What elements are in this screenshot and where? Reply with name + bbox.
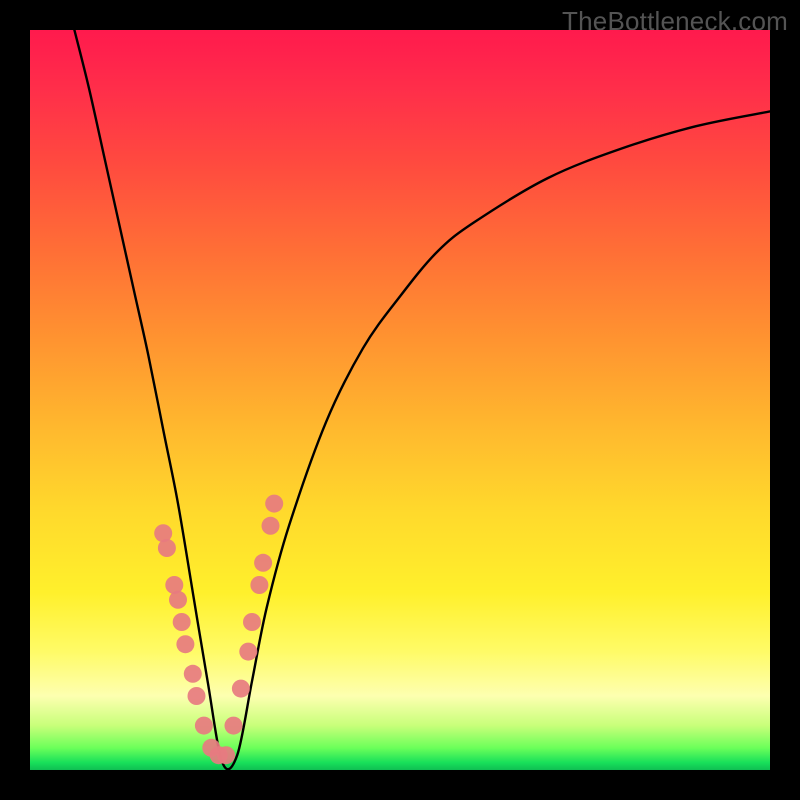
chart-frame: TheBottleneck.com bbox=[0, 0, 800, 800]
marker-dot bbox=[265, 495, 283, 513]
marker-dot bbox=[173, 613, 191, 631]
marker-dot bbox=[158, 539, 176, 557]
marker-dot bbox=[232, 680, 250, 698]
marker-dot bbox=[262, 517, 280, 535]
curve-svg bbox=[30, 30, 770, 770]
marker-dot bbox=[176, 635, 194, 653]
marker-dot bbox=[250, 576, 268, 594]
marker-dot bbox=[184, 665, 202, 683]
marker-dot bbox=[254, 554, 272, 572]
marker-dot bbox=[195, 717, 213, 735]
marker-dot bbox=[169, 591, 187, 609]
marker-dot bbox=[225, 717, 243, 735]
bottleneck-curve bbox=[74, 30, 770, 769]
plot-area bbox=[30, 30, 770, 770]
marker-dot bbox=[239, 643, 257, 661]
marker-dot bbox=[188, 687, 206, 705]
highlighted-points bbox=[154, 495, 283, 765]
marker-dot bbox=[243, 613, 261, 631]
marker-dot bbox=[217, 746, 235, 764]
